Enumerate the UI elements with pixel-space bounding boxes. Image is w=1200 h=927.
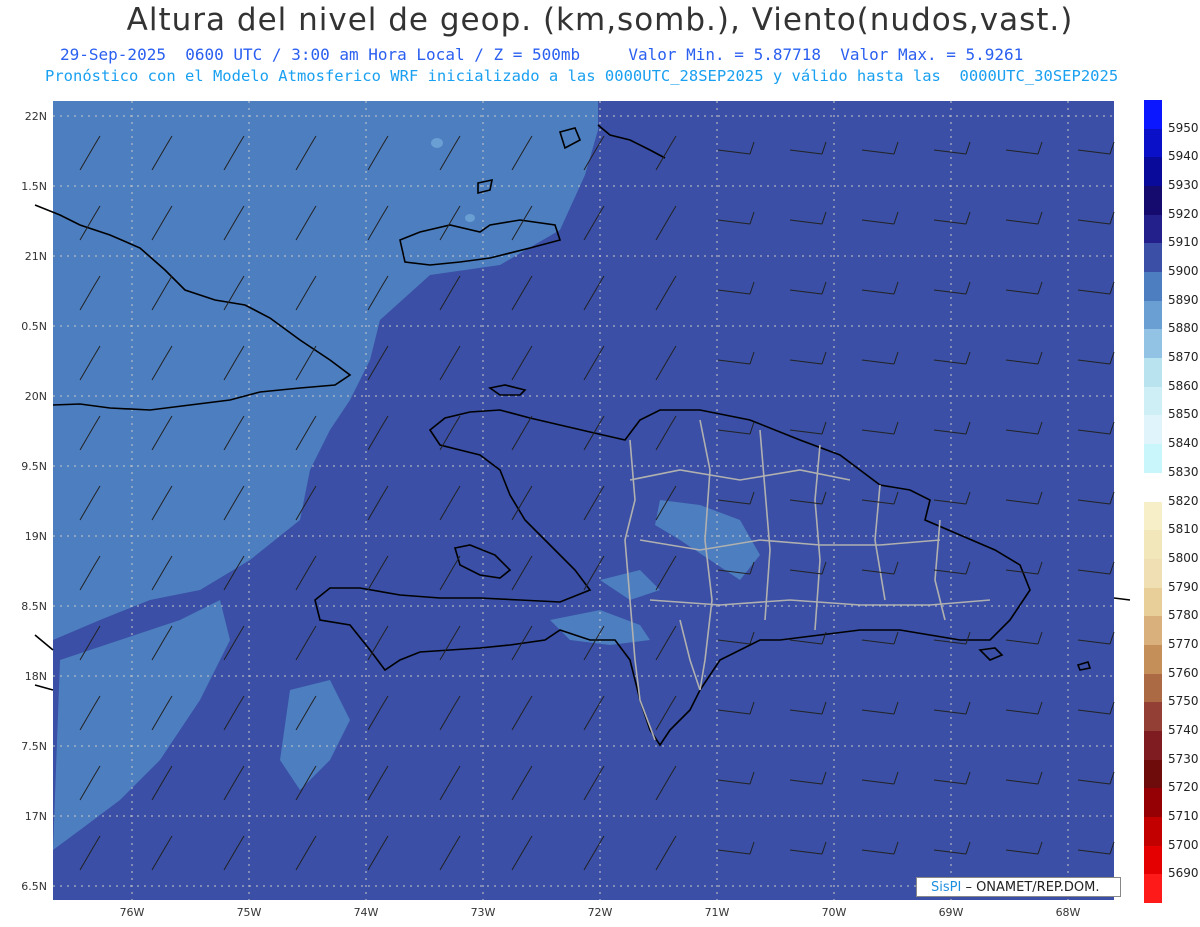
latitude-axis: 22N 1.5N 21N 0.5N 20N 9.5N 19N 8.5N 18N 7.5N 17N 6.… bbox=[21, 110, 47, 893]
longitude-label: 71W bbox=[705, 906, 730, 919]
colorbar-swatch bbox=[1144, 272, 1162, 302]
colorbar-swatch bbox=[1144, 386, 1162, 416]
colorbar-level-label: 5880 bbox=[1168, 321, 1199, 336]
colorbar-swatch bbox=[1144, 616, 1162, 646]
colorbar-swatch bbox=[1144, 100, 1162, 130]
longitude-label: 69W bbox=[939, 906, 964, 919]
colorbar-swatch bbox=[1144, 501, 1162, 531]
latitude-label: 1.5N bbox=[21, 180, 47, 193]
colorbar-swatch bbox=[1144, 358, 1162, 388]
colorbar-swatch bbox=[1144, 558, 1162, 589]
latitude-label: 0.5N bbox=[21, 320, 47, 333]
colorbar-level-label: 5850 bbox=[1168, 407, 1199, 422]
colorbar-level-label: 5690 bbox=[1168, 866, 1199, 881]
colorbar-level-label: 5740 bbox=[1168, 722, 1199, 737]
colorbar-level-label: 5820 bbox=[1168, 493, 1199, 508]
colorbar-level-label: 5760 bbox=[1168, 665, 1199, 680]
colorbar bbox=[1144, 100, 1162, 904]
colorbar-swatch bbox=[1144, 702, 1162, 732]
colorbar-level-label: 5710 bbox=[1168, 808, 1199, 823]
colorbar-swatch bbox=[1144, 329, 1162, 359]
colorbar-swatch bbox=[1144, 788, 1162, 818]
colorbar-level-label: 5930 bbox=[1168, 178, 1199, 193]
colorbar-swatch bbox=[1144, 444, 1162, 474]
latitude-label: 22N bbox=[25, 110, 47, 123]
colorbar-swatch bbox=[1144, 186, 1162, 216]
credit-footer: SisPI – ONAMET/REP.DOM. bbox=[916, 877, 1121, 897]
colorbar-level-label: 5860 bbox=[1168, 378, 1199, 393]
colorbar-swatch bbox=[1144, 300, 1162, 330]
colorbar-level-label: 5950 bbox=[1168, 120, 1199, 135]
colorbar-level-label: 5920 bbox=[1168, 206, 1199, 221]
colorbar-swatch bbox=[1144, 673, 1162, 703]
colorbar-level-label: 5700 bbox=[1168, 837, 1199, 852]
latitude-label: 21N bbox=[25, 250, 47, 263]
colorbar-swatch bbox=[1144, 587, 1162, 617]
colorbar-level-label: 5750 bbox=[1168, 694, 1199, 709]
colorbar-level-label: 5770 bbox=[1168, 636, 1199, 651]
colorbar-swatch bbox=[1144, 128, 1162, 158]
longitude-label: 75W bbox=[237, 906, 262, 919]
colorbar-swatch bbox=[1144, 243, 1162, 273]
colorbar-swatch bbox=[1144, 759, 1162, 789]
colorbar-level-label: 5940 bbox=[1168, 149, 1199, 164]
colorbar-swatch bbox=[1144, 845, 1162, 875]
longitude-axis: 76W 75W 74W 73W 72W 71W 70W 69W 68W bbox=[120, 906, 1081, 919]
colorbar-level-label: 5790 bbox=[1168, 579, 1199, 594]
colorbar-swatch bbox=[1144, 472, 1162, 502]
longitude-label: 74W bbox=[354, 906, 379, 919]
colorbar-swatch bbox=[1144, 415, 1162, 445]
forecast-map: 22N 1.5N 21N 0.5N 20N 9.5N 19N 8.5N 18N 7.5N 17N 6.… bbox=[21, 101, 1131, 919]
latitude-label: 19N bbox=[25, 530, 47, 543]
longitude-label: 70W bbox=[822, 906, 847, 919]
colorbar-level-label: 5810 bbox=[1168, 522, 1199, 537]
colorbar-level-label: 5910 bbox=[1168, 235, 1199, 250]
longitude-label: 73W bbox=[471, 906, 496, 919]
colorbar-swatch bbox=[1144, 530, 1162, 560]
colorbar-level-label: 5840 bbox=[1168, 436, 1199, 451]
credit-text: – ONAMET/REP.DOM. bbox=[961, 880, 1100, 895]
colorbar-level-label: 5890 bbox=[1168, 292, 1199, 307]
latitude-label: 17N bbox=[25, 810, 47, 823]
longitude-label: 76W bbox=[120, 906, 145, 919]
latitude-label: 6.5N bbox=[21, 880, 47, 893]
credit-brand: SisPI bbox=[931, 880, 962, 895]
colorbar-level-label: 5870 bbox=[1168, 350, 1199, 365]
colorbar-level-label: 5800 bbox=[1168, 550, 1199, 565]
longitude-label: 72W bbox=[588, 906, 613, 919]
colorbar-swatch bbox=[1144, 730, 1162, 761]
colorbar-swatch bbox=[1144, 874, 1162, 904]
colorbar-level-label: 5900 bbox=[1168, 264, 1199, 279]
colorbar-level-label: 5780 bbox=[1168, 608, 1199, 623]
colorbar-swatch bbox=[1144, 157, 1162, 187]
longitude-label: 68W bbox=[1056, 906, 1081, 919]
colorbar-swatch bbox=[1144, 644, 1162, 675]
latitude-label: 9.5N bbox=[21, 460, 47, 473]
latitude-label: 20N bbox=[25, 390, 47, 403]
colorbar-swatch bbox=[1144, 816, 1162, 847]
colorbar-level-label: 5730 bbox=[1168, 751, 1199, 766]
colorbar-swatch bbox=[1144, 214, 1162, 244]
colorbar-level-label: 5830 bbox=[1168, 464, 1199, 479]
colorbar-level-label: 5720 bbox=[1168, 780, 1199, 795]
latitude-label: 8.5N bbox=[21, 600, 47, 613]
latitude-label: 7.5N bbox=[21, 740, 47, 753]
latitude-label: 18N bbox=[25, 670, 47, 683]
